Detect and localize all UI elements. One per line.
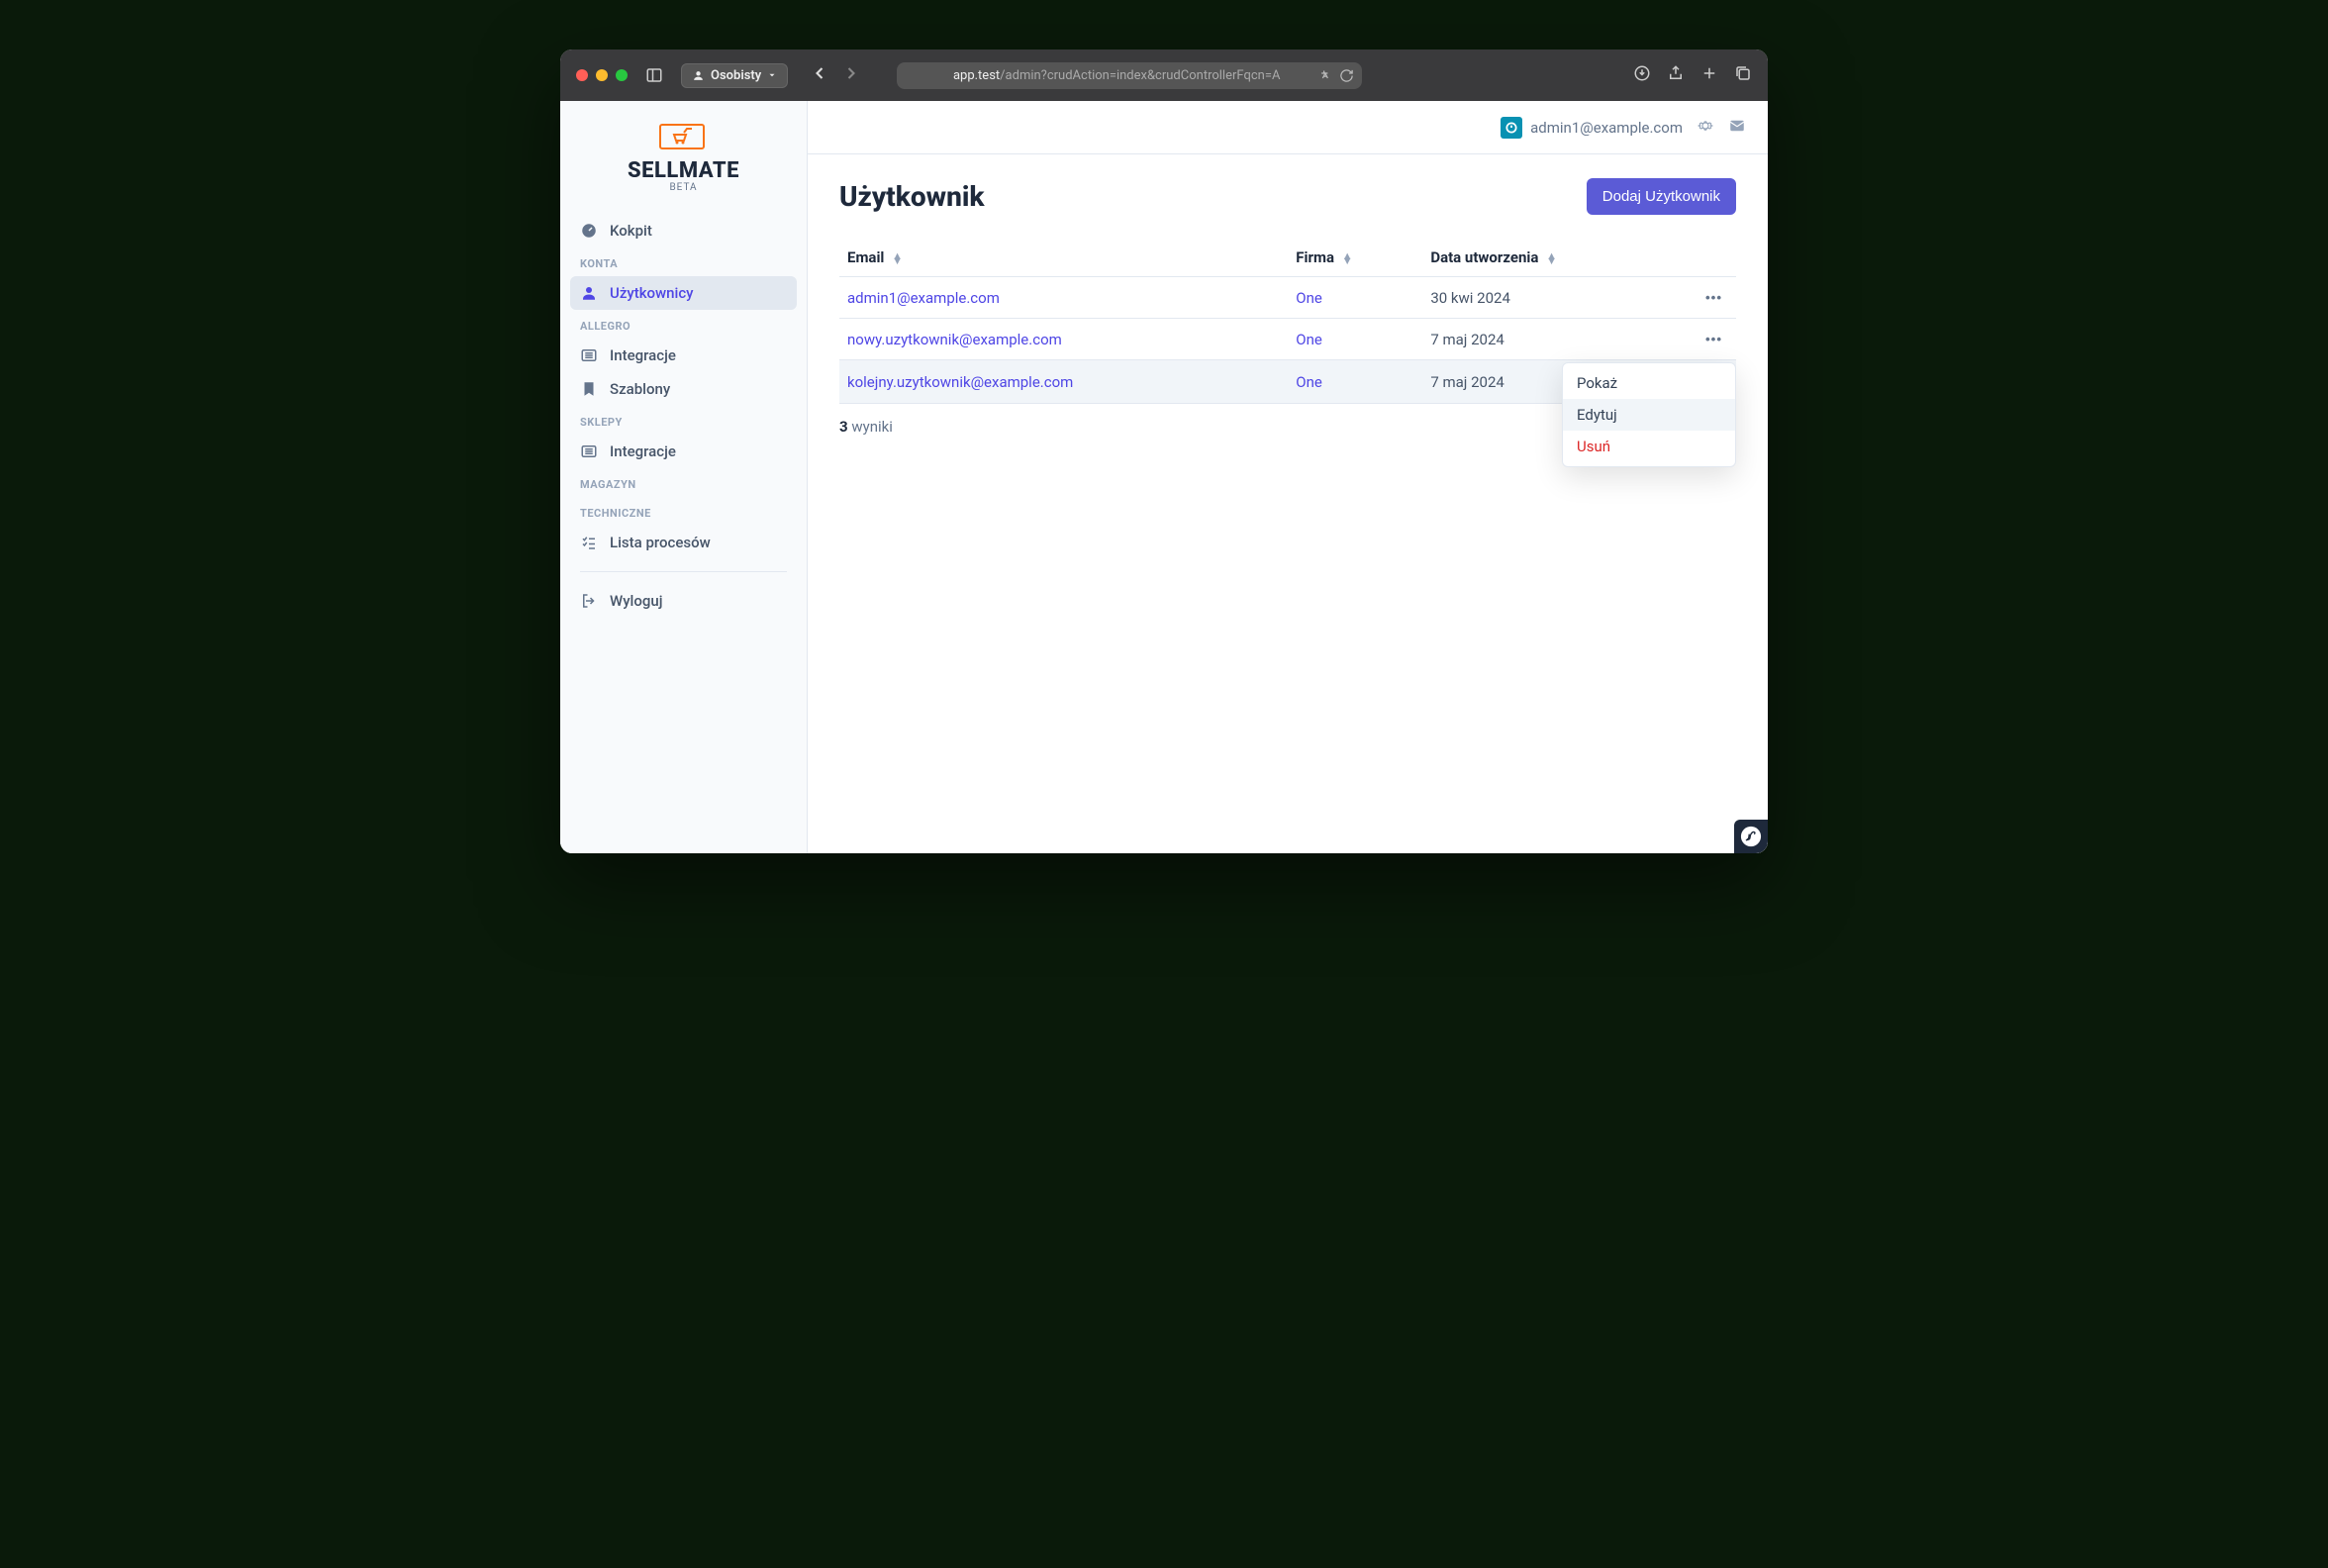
profile-switcher[interactable]: Osobisty [681,63,788,88]
sidebar-item-allegro-integrations[interactable]: Integracje [570,339,797,372]
cell-email[interactable]: admin1@example.com [839,277,1288,319]
row-actions-dropdown: Pokaż Edytuj Usuń [1562,362,1736,467]
sidebar-item-label: Integracje [610,346,676,364]
sidebar-item-label: Integracje [610,442,676,460]
reload-icon[interactable] [1339,68,1354,83]
cell-company[interactable]: One [1288,360,1422,404]
sidebar-item-users[interactable]: Użytkownicy [570,276,797,310]
avatar [1501,117,1522,139]
sidebar-item-shop-integrations[interactable]: Integracje [570,435,797,468]
cell-email[interactable]: nowy.uzytkownik@example.com [839,319,1288,360]
sidebar-item-label: Szablony [610,380,670,398]
dashboard-icon [580,222,598,240]
url-bar[interactable]: app.test/admin?crudAction=index&crudCont… [897,62,1362,89]
brand-logo[interactable]: SELLMATE BETA [560,101,807,208]
browser-chrome: Osobisty app.test/admin?crudAction=index… [560,49,1768,101]
mail-icon[interactable] [1728,117,1746,139]
new-tab-icon[interactable] [1700,64,1718,86]
sort-icon: ▲▼ [1342,253,1353,263]
traffic-lights [576,69,628,81]
add-user-button[interactable]: Dodaj Użytkownik [1587,178,1736,215]
topbar: admin1@example.com [808,101,1768,154]
downloads-icon[interactable] [1633,64,1651,86]
sidebar-item-label: Kokpit [610,222,652,240]
cell-company[interactable]: One [1288,319,1422,360]
sidebar-item-cockpit[interactable]: Kokpit [570,214,797,247]
brand-name: SELLMATE [628,158,739,183]
maximize-window-button[interactable] [616,69,628,81]
logout-icon [580,592,598,610]
sidebar-item-label: Lista procesów [610,534,711,551]
sidebar-section-technical: TECHNICZNE [570,497,797,526]
user-email: admin1@example.com [1530,119,1683,137]
column-header-created[interactable]: Data utworzenia ▲▼ [1422,239,1687,277]
profile-label: Osobisty [711,68,761,83]
column-header-company[interactable]: Firma ▲▼ [1288,239,1422,277]
main-content: admin1@example.com Użytkownik Dodaj Użyt… [808,101,1768,853]
sidebar-item-label: Wyloguj [610,592,663,610]
sidebar-section-shops: SKLEPY [570,406,797,435]
share-icon[interactable] [1667,64,1685,86]
row-actions-button[interactable]: ••• [1699,329,1728,349]
cell-created: 30 kwi 2024 [1422,277,1687,319]
bookmark-icon [580,380,598,398]
dropdown-item-edit[interactable]: Edytuj [1563,399,1735,431]
sidebar-section-allegro: ALLEGRO [570,310,797,339]
brand-tag: BETA [628,182,739,193]
user-icon [580,284,598,302]
sidebar-item-logout[interactable]: Wyloguj [570,584,797,618]
sidebar-item-processes[interactable]: Lista procesów [570,526,797,559]
translate-icon[interactable] [1318,68,1333,83]
browser-window: Osobisty app.test/admin?crudAction=index… [560,49,1768,853]
dropdown-item-show[interactable]: Pokaż [1563,367,1735,399]
url-host: app.test [953,68,1000,83]
brand-icon [628,121,739,156]
minimize-window-button[interactable] [596,69,608,81]
symfony-badge[interactable] [1734,820,1768,853]
sidebar-section-accounts: KONTA [570,247,797,276]
back-button[interactable] [806,59,833,91]
list-icon [580,346,598,364]
list-icon [580,442,598,460]
sort-icon: ▲▼ [892,253,903,263]
column-header-email[interactable]: Email ▲▼ [839,239,1288,277]
cell-email[interactable]: kolejny.uzytkownik@example.com [839,360,1288,404]
sidebar-section-warehouse: MAGAZYN [570,468,797,497]
page-title: Użytkownik [839,180,985,213]
sort-icon: ▲▼ [1546,253,1557,263]
table-row: admin1@example.com One 30 kwi 2024 ••• [839,277,1736,319]
forward-button[interactable] [837,59,865,91]
sidebar-toggle-icon[interactable] [639,62,669,88]
tasks-icon [580,534,598,551]
cell-company[interactable]: One [1288,277,1422,319]
divider [580,571,787,572]
cell-created: 7 maj 2024 [1422,319,1687,360]
row-actions-button[interactable]: ••• [1699,287,1728,308]
table-row: nowy.uzytkownik@example.com One 7 maj 20… [839,319,1736,360]
chevron-down-icon [767,70,777,80]
sidebar-item-label: Użytkownicy [610,284,694,302]
sidebar: SELLMATE BETA Kokpit KONTA Użytkownicy A… [560,101,808,853]
settings-icon[interactable] [1697,117,1714,139]
sidebar-item-templates[interactable]: Szablony [570,372,797,406]
tabs-overview-icon[interactable] [1734,64,1752,86]
url-path: /admin?crudAction=index&crudControllerFq… [1000,68,1280,83]
dropdown-item-delete[interactable]: Usuń [1563,431,1735,462]
user-menu[interactable]: admin1@example.com [1501,117,1683,139]
close-window-button[interactable] [576,69,588,81]
